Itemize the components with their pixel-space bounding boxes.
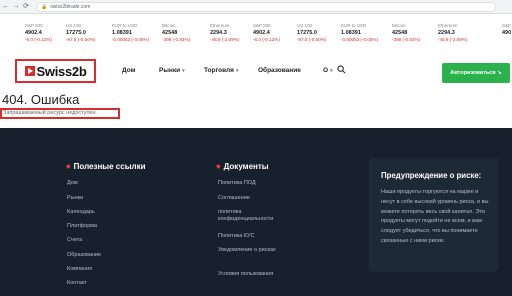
nav-item-label: Рынки [159, 67, 181, 74]
footer-link-company[interactable]: Компания [67, 266, 92, 273]
footer-link-privacy-policy[interactable]: политика конфиденциальности [218, 209, 288, 223]
ticker-name: Ethereum [438, 23, 458, 28]
ticker-item[interactable]: Bitcoin 42548 -398 (-0.93%) [392, 23, 440, 49]
useful-links-heading: ◆ Полезные ссылки [66, 162, 146, 171]
ticker-name: US 100 [297, 23, 313, 28]
reload-icon[interactable]: ⟳ [22, 2, 30, 12]
address-bar[interactable]: 🔒 swiss2btrade.com [36, 1, 496, 12]
nav-item-label: Торговля [204, 67, 234, 74]
footer-link-kyc-policy[interactable]: Политика КУС [218, 233, 255, 240]
footer-link-agreement[interactable]: Соглашение [218, 195, 250, 202]
ticker-change: -6.0 (-0.12%) [253, 37, 280, 42]
ticker-change: -398 (-0.93%) [162, 37, 191, 42]
ticker-item[interactable]: S&P 500 4902.4 -6.0 (-0.12%) [253, 23, 301, 49]
footer-link-contact[interactable]: Контакт [67, 280, 87, 287]
ticker-value: 4902.4 [253, 30, 270, 36]
logo[interactable]: Swiss2b [15, 59, 96, 83]
risk-warning-card: Предупреждение о риске: Наши продукты то… [369, 158, 498, 272]
ticker-name: Bitcoin [162, 23, 176, 28]
ticker-item-partial[interactable]: S&F 490 [502, 23, 511, 36]
nav-item-markets[interactable]: Рынки ▾ [159, 67, 185, 74]
nav-item-about[interactable]: О ▾ [323, 67, 333, 74]
ticker-item[interactable]: US 100 17275.0 -87.5 (-0.50%) [66, 23, 114, 49]
back-arrow-icon[interactable]: ← [2, 2, 10, 12]
nav-item-label: О [323, 67, 329, 74]
heading-label: Полезные ссылки [73, 162, 146, 171]
ticker-name: EUR to USD [112, 23, 138, 28]
documents-heading: ◆ Документы [216, 162, 269, 171]
footer-link-risk-notice[interactable]: Уведомление о рисках [218, 247, 276, 254]
url-text[interactable]: swiss2btrade.com [50, 4, 90, 10]
ticker-value: 1.08391 [341, 30, 361, 36]
chevron-down-icon: ▾ [330, 68, 333, 74]
market-ticker: S&P 500 4902.4 -6.0 (-0.12%) US 100 1727… [0, 23, 512, 51]
footer-link-platform[interactable]: Платформа [67, 223, 97, 230]
ticker-name: US 100 [66, 23, 82, 28]
site-header: Swiss2b Дом Рынки ▾ Торговля ▾ Образование… [0, 53, 512, 87]
footer-link-home[interactable]: Дом [67, 180, 78, 187]
error-description: Запрашиваемый ресурс недоступен. [3, 110, 98, 116]
ticker-change: -87.5 (-0.50%) [66, 37, 96, 42]
diamond-bullet-icon: ◆ [66, 164, 71, 170]
ticker-item[interactable]: Ethereum 2294.3 -48.9 (-2.09%) [210, 23, 258, 49]
footer-link-markets[interactable]: Рынки [67, 195, 83, 202]
ticker-item[interactable]: EUR to USD 1.08391 -0.00053 (-0.05%) [341, 23, 389, 49]
ticker-change: -0.00053 (-0.05%) [341, 37, 379, 42]
ticker-name: Bitcoin [392, 23, 406, 28]
ticker-value: 42548 [392, 30, 408, 36]
browser-toolbar: ← → ⟳ 🔒 swiss2btrade.com [0, 0, 512, 14]
logo-mark-icon [24, 66, 35, 76]
ticker-change: -48.9 (-2.09%) [210, 37, 240, 42]
nav-item-education[interactable]: Образование [258, 67, 301, 74]
logo-text: Swiss2b [36, 63, 87, 79]
ticker-item[interactable]: Ethereum 2294.3 -48.9 (-2.09%) [438, 23, 486, 49]
footer-link-terms[interactable]: Условия пользования [218, 271, 276, 278]
search-icon[interactable] [337, 65, 346, 74]
ticker-value: 17275.0 [297, 30, 317, 36]
chevron-down-icon: ▾ [182, 68, 185, 74]
ticker-value: 2294.3 [210, 30, 227, 36]
ticker-item[interactable]: EUR to USD 1.08391 -0.00053 (-0.05%) [112, 23, 160, 49]
diamond-bullet-icon: ◆ [216, 164, 221, 170]
chevron-down-icon: ▾ [235, 68, 239, 74]
footer-link-calendar[interactable]: Календарь [67, 209, 95, 216]
ticker-value: 490 [502, 30, 512, 36]
ticker-name: Ethereum [210, 23, 230, 28]
ticker-item[interactable]: Bitcoin 42548 -398 (-0.93%) [162, 23, 210, 49]
ticker-change: -0.00053 (-0.05%) [112, 37, 150, 42]
page-title: 404. Ошибка [2, 92, 80, 107]
ticker-change: -398 (-0.93%) [392, 37, 421, 42]
ticker-value: 2294.3 [438, 30, 455, 36]
nav-item-label: Дом [122, 67, 136, 74]
footer-link-aml-policy[interactable]: Политика ПОД [218, 180, 256, 187]
ticker-item[interactable]: US 100 17275.0 -87.5 (-0.50%) [297, 23, 345, 49]
ticker-change: -48.9 (-2.09%) [438, 37, 468, 42]
nav-item-trading[interactable]: Торговля ▾ [204, 67, 238, 74]
nav-item-label: Образование [258, 67, 301, 74]
nav-item-home[interactable]: Дом [122, 67, 135, 74]
ticker-name: S&F [502, 23, 511, 28]
ticker-value: 42548 [162, 30, 178, 36]
login-button[interactable]: Авторизоваться ↘ [442, 63, 510, 83]
footer-link-accounts[interactable]: Счета [67, 237, 82, 244]
ticker-name: S&P 500 [253, 23, 271, 28]
forward-arrow-icon[interactable]: → [12, 2, 20, 12]
heading-label: Документы [223, 162, 269, 171]
risk-warning-text: Наши продукты торгуются на марже и несут… [381, 189, 489, 244]
ticker-value: 1.08391 [112, 30, 132, 36]
ticker-change: -87.5 (-0.50%) [297, 37, 327, 42]
ticker-value: 17275.0 [66, 30, 86, 36]
footer-link-education[interactable]: Образование [67, 252, 101, 259]
ticker-name: EUR to USD [341, 23, 367, 28]
lock-icon: 🔒 [41, 3, 48, 10]
risk-warning-title: Предупреждение о риске: [381, 171, 482, 180]
